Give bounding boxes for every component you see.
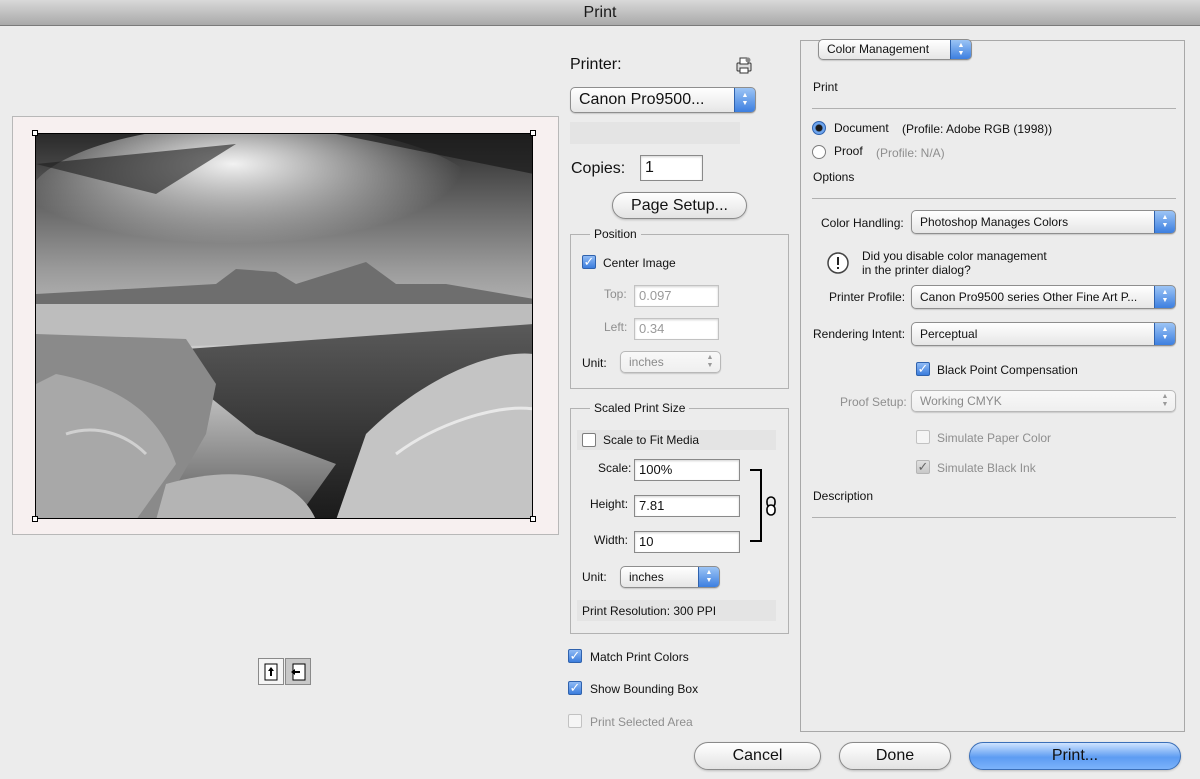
portrait-orientation-button[interactable] (258, 658, 284, 685)
printer-profile-value: Canon Pro9500 series Other Fine Art P... (920, 290, 1138, 304)
rendering-intent-label: Rendering Intent: (813, 327, 906, 341)
rendering-intent-value: Perceptual (920, 327, 978, 341)
left-label: Left: (604, 320, 628, 334)
popup-arrows-icon: ▲ ▼ (1154, 211, 1175, 233)
divider (812, 198, 1176, 199)
portrait-orientation-icon (264, 663, 278, 680)
printer-select[interactable]: Canon Pro9500... ▲ ▼ (570, 87, 756, 113)
printer-select-value: Canon Pro9500... (579, 91, 705, 108)
black-point-label: Black Point Compensation (937, 363, 1078, 377)
position-unit-select[interactable]: inches ▲ ▼ (620, 351, 721, 373)
copies-label: Copies: (571, 160, 626, 177)
window-title: Print (0, 0, 1200, 26)
height-label: Height: (590, 497, 629, 511)
position-unit-value: inches (629, 355, 664, 369)
warning-icon (826, 251, 850, 278)
show-bounding-box-label: Show Bounding Box (590, 682, 699, 696)
document-label: Document (834, 121, 889, 135)
color-handling-label: Color Handling: (821, 216, 904, 230)
print-selected-area-label: Print Selected Area (590, 715, 693, 729)
top-input[interactable]: 0.097 (634, 285, 719, 307)
proof-label: Proof (834, 144, 863, 158)
popup-arrows-icon: ▲ ▼ (1161, 393, 1169, 408)
simulate-paper-label: Simulate Paper Color (937, 431, 1052, 445)
preview-image[interactable] (35, 133, 533, 519)
center-image-label: Center Image (603, 256, 676, 270)
options-heading: Options (813, 170, 855, 184)
match-print-colors-checkbox[interactable]: ✓ (568, 649, 582, 663)
height-input[interactable]: 7.81 (634, 495, 740, 517)
proportion-bracket (750, 469, 762, 542)
scale-to-fit-label: Scale to Fit Media (603, 433, 700, 447)
page-setup-button[interactable]: Page Setup... (612, 192, 747, 219)
printer-profile-label: Printer Profile: (829, 290, 906, 304)
simulate-black-checkbox[interactable]: ✓ (916, 460, 930, 474)
divider (812, 517, 1176, 518)
scaled-print-size-title: Scaled Print Size (590, 401, 690, 415)
crop-handle-br[interactable] (530, 516, 536, 522)
crop-handle-bl[interactable] (32, 516, 38, 522)
proof-radio[interactable] (812, 145, 826, 159)
printer-label: Printer: (570, 56, 622, 73)
crop-handle-tl[interactable] (32, 130, 38, 136)
simulate-paper-checkbox[interactable] (916, 430, 930, 444)
color-handling-select[interactable]: Photoshop Manages Colors ▲ ▼ (911, 210, 1176, 234)
popup-arrows-icon: ▲ ▼ (950, 40, 971, 59)
printer-status (570, 122, 740, 144)
popup-arrows-icon: ▲ ▼ (706, 354, 714, 369)
printer-settings-icon[interactable] (735, 56, 753, 77)
scaled-unit-select[interactable]: inches ▲ ▼ (620, 566, 720, 588)
print-selected-area-checkbox[interactable] (568, 714, 582, 728)
proof-profile: (Profile: N/A) (876, 146, 945, 160)
proof-setup-label: Proof Setup: (840, 395, 907, 409)
popup-arrows-icon: ▲ ▼ (1154, 286, 1175, 308)
popup-arrows-icon: ▲ ▼ (698, 567, 719, 587)
simulate-black-label: Simulate Black Ink (937, 461, 1036, 475)
popup-arrows-icon: ▲ ▼ (734, 88, 755, 112)
panel-menu-value: Color Management (827, 42, 930, 56)
landscape-orientation-button[interactable] (285, 658, 311, 685)
chain-link-icon[interactable] (765, 496, 777, 519)
scale-to-fit-checkbox[interactable] (582, 433, 596, 447)
print-button[interactable]: Print... (969, 742, 1181, 770)
print-heading: Print (813, 80, 838, 94)
proof-setup-select[interactable]: Working CMYK ▲ ▼ (911, 390, 1176, 412)
crop-handle-tr[interactable] (530, 130, 536, 136)
position-title: Position (590, 227, 641, 241)
scale-label: Scale: (598, 461, 632, 475)
scale-input[interactable]: 100% (634, 459, 740, 481)
show-bounding-box-checkbox[interactable]: ✓ (568, 681, 582, 695)
width-label: Width: (594, 533, 629, 547)
scaled-unit-label: Unit: (582, 570, 607, 584)
divider (812, 108, 1176, 109)
width-input[interactable]: 10 (634, 531, 740, 553)
document-profile: (Profile: Adobe RGB (1998)) (902, 122, 1053, 136)
cancel-button[interactable]: Cancel (694, 742, 821, 770)
description-heading: Description (813, 489, 874, 503)
black-point-checkbox[interactable]: ✓ (916, 362, 930, 376)
position-unit-label: Unit: (582, 356, 607, 370)
scaled-unit-value: inches (629, 570, 664, 584)
document-radio[interactable] (812, 121, 826, 135)
match-print-colors-label: Match Print Colors (590, 650, 689, 664)
top-label: Top: (604, 287, 627, 301)
color-handling-value: Photoshop Manages Colors (920, 215, 1069, 229)
proof-setup-value: Working CMYK (920, 394, 1002, 408)
done-button[interactable]: Done (839, 742, 951, 770)
landscape-orientation-icon (291, 663, 306, 680)
copies-input[interactable]: 1 (640, 155, 703, 181)
panel-menu-select[interactable]: Color Management ▲ ▼ (818, 39, 972, 60)
print-resolution: Print Resolution: 300 PPI (582, 604, 717, 618)
popup-arrows-icon: ▲ ▼ (1154, 323, 1175, 345)
warning-line-1: Did you disable color management (862, 249, 1047, 263)
left-input[interactable]: 0.34 (634, 318, 719, 340)
print-preview (12, 116, 559, 535)
printer-profile-select[interactable]: Canon Pro9500 series Other Fine Art P...… (911, 285, 1176, 309)
warning-line-2: in the printer dialog? (862, 263, 971, 277)
rendering-intent-select[interactable]: Perceptual ▲ ▼ (911, 322, 1176, 346)
center-image-checkbox[interactable]: ✓ (582, 255, 596, 269)
